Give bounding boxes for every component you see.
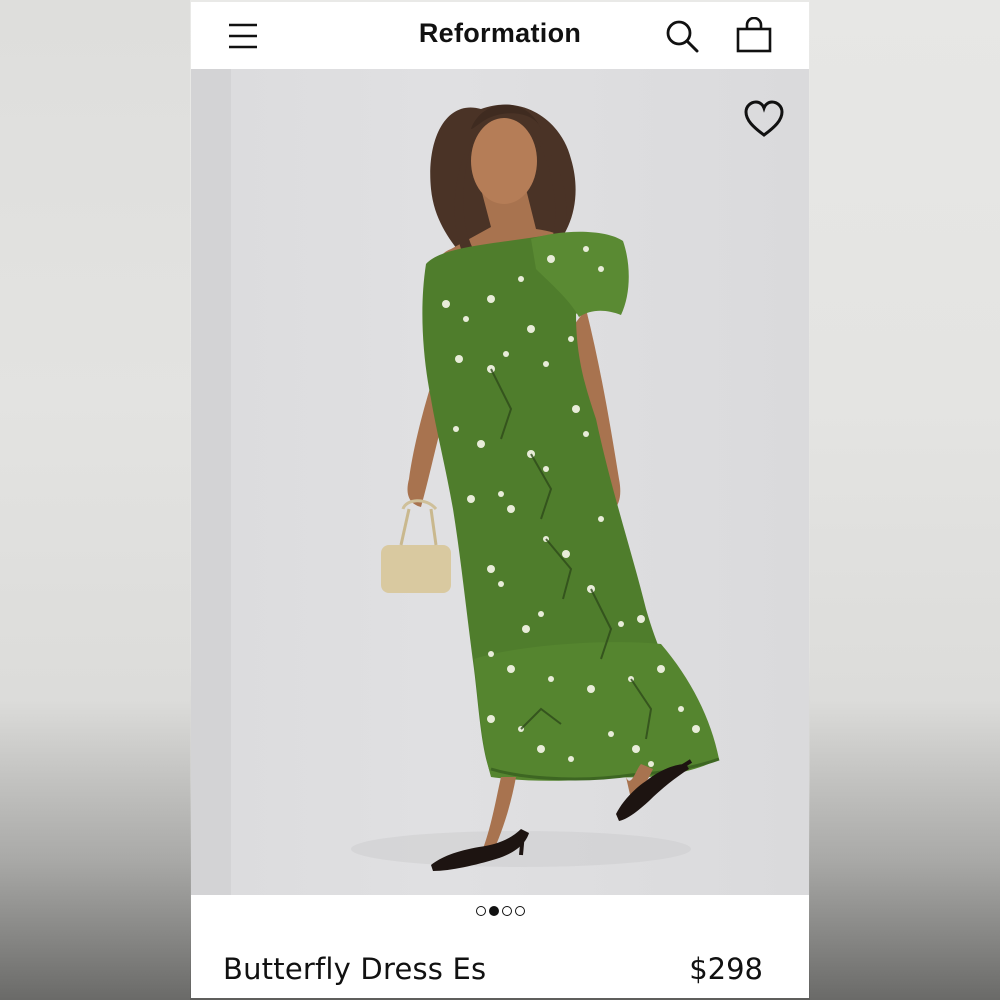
product-title[interactable]: Butterfly Dress Es: [223, 952, 486, 986]
search-icon[interactable]: [665, 19, 699, 53]
product-photo[interactable]: [191, 69, 809, 895]
heart-icon[interactable]: [743, 99, 785, 139]
carousel-dot[interactable]: [475, 906, 486, 916]
app-screen: Reformation Butterfly Dress Es $298: [191, 2, 809, 998]
shopping-bag-icon[interactable]: [736, 16, 772, 53]
image-carousel-indicator: [191, 906, 809, 916]
background-left: [0, 0, 190, 1000]
background-right: [810, 0, 1000, 1000]
brand-logo[interactable]: Reformation: [191, 18, 809, 49]
carousel-dot[interactable]: [501, 906, 512, 916]
carousel-dot[interactable]: [514, 906, 525, 916]
carousel-dot-active[interactable]: [488, 906, 499, 916]
product-price: $298: [689, 952, 763, 986]
top-header: Reformation: [191, 2, 809, 69]
